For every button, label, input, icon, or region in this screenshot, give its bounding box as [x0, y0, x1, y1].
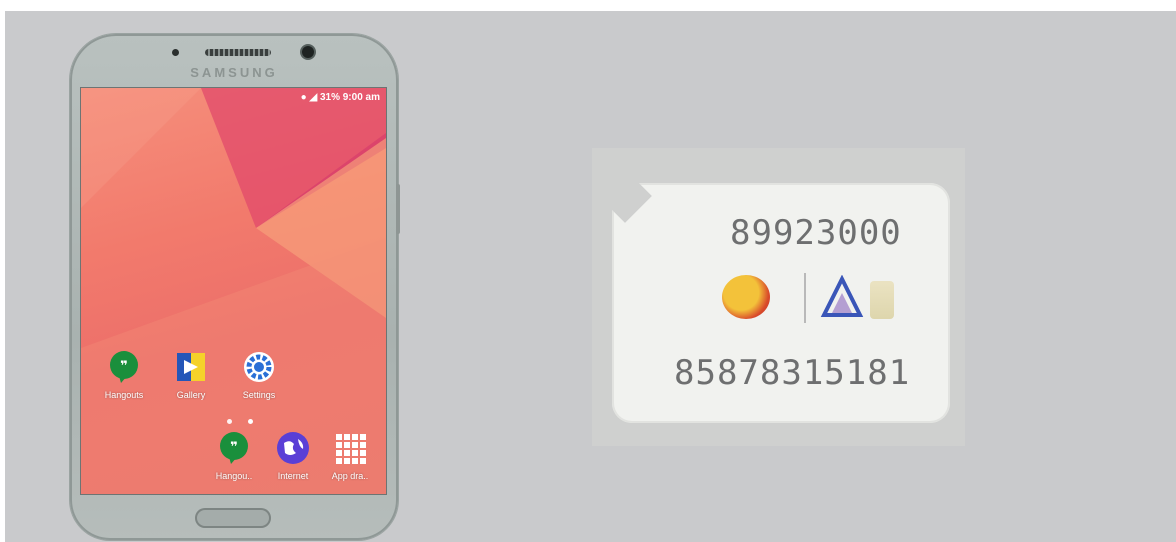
power-button — [396, 184, 400, 234]
app-label: Gallery — [176, 390, 206, 400]
earpiece-speaker — [205, 49, 271, 56]
sim-card-photo: 89923000 85878315181 — [592, 148, 965, 446]
sim-card: 89923000 85878315181 — [598, 169, 950, 423]
phone-screen: ● ◢ 31% 9:00 am ❞ Hangouts Gallery Setti… — [80, 87, 387, 495]
jazz-logo — [722, 275, 770, 319]
smartphone: SAMSUNG ● ◢ 31% 9:00 am ❞ Hangouts Galle… — [70, 34, 400, 540]
status-bar: ● ◢ 31% 9:00 am — [301, 92, 380, 103]
sim-number-top: 89923000 — [730, 213, 902, 253]
app-drawer-icon — [333, 431, 367, 465]
logo-separator — [804, 273, 806, 323]
app-label: Hangouts — [104, 390, 144, 400]
notification-icon: ● ◢ — [300, 92, 320, 103]
app-hangouts[interactable]: ❞ Hangouts — [88, 350, 160, 400]
svg-text:❞: ❞ — [230, 440, 238, 455]
small-logo-mark — [870, 281, 894, 319]
page-indicator — [219, 411, 261, 429]
proximity-sensor — [172, 49, 179, 56]
hangouts-icon: ❞ — [107, 350, 141, 384]
sim-corner-notch — [598, 169, 652, 223]
app-drawer[interactable]: App dra.. — [314, 431, 386, 481]
app-settings[interactable]: Settings — [223, 350, 295, 400]
home-button — [195, 508, 271, 528]
hangouts-icon: ❞ — [217, 431, 251, 465]
settings-icon — [242, 350, 276, 384]
gallery-icon — [174, 350, 208, 384]
app-label: Settings — [242, 390, 276, 400]
app-label: App dra.. — [331, 471, 369, 481]
status-text: 31% 9:00 am — [319, 92, 380, 103]
front-camera-icon — [302, 46, 314, 58]
sim-number-bottom: 85878315181 — [674, 353, 911, 393]
svg-text:❞: ❞ — [120, 359, 128, 374]
internet-icon — [276, 431, 310, 465]
app-gallery[interactable]: Gallery — [155, 350, 227, 400]
phone-brand: SAMSUNG — [190, 65, 278, 80]
triangle-logo — [820, 275, 864, 317]
